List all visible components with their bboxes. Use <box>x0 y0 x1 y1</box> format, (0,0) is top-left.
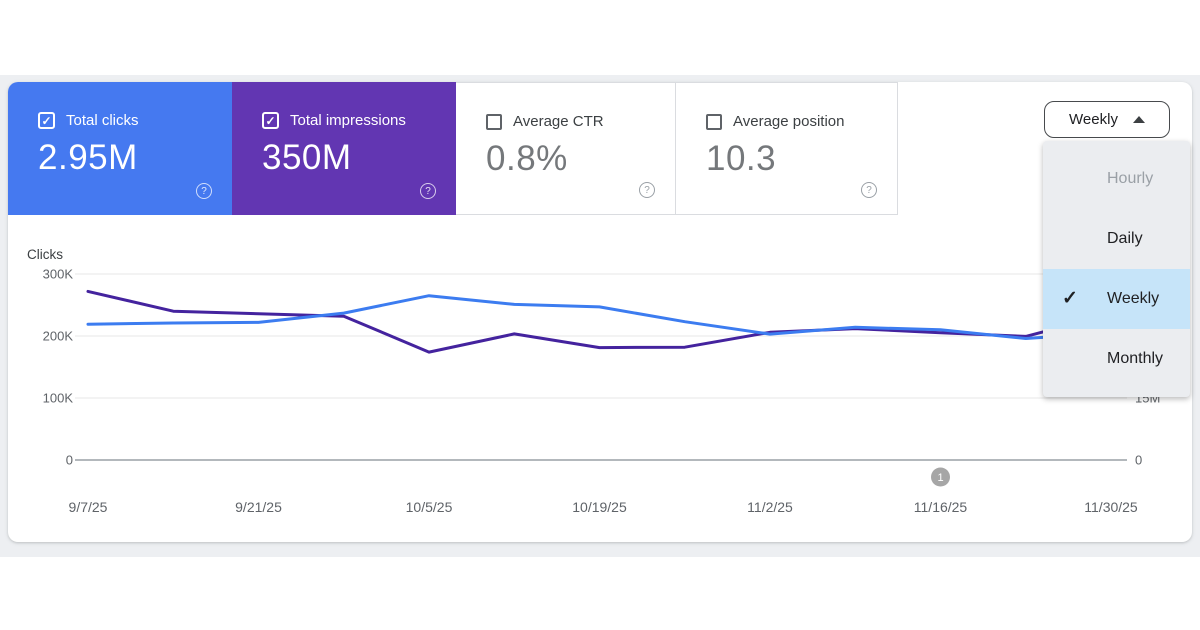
date-tick: 10/19/25 <box>572 499 627 515</box>
right-axis-tick: 0 <box>1135 453 1142 468</box>
help-icon[interactable]: ? <box>420 183 436 199</box>
left-axis-tick: 100K <box>43 391 74 406</box>
search-performance-panel: 0100K200K300K015MClicks9/7/259/21/2510/5… <box>8 82 1192 542</box>
left-axis-tick: 300K <box>43 267 74 282</box>
granularity-button[interactable]: Weekly <box>1044 101 1170 138</box>
card-label: Total impressions <box>290 112 406 129</box>
date-tick: 9/7/25 <box>69 499 108 515</box>
total-impressions-card[interactable]: ✓ Total impressions 350M ? <box>232 82 456 215</box>
checkmark-icon: ✓ <box>1062 269 1078 329</box>
screenshot-root: 0100K200K300K015MClicks9/7/259/21/2510/5… <box>0 0 1200 630</box>
date-tick: 9/21/25 <box>235 499 282 515</box>
clicks-line <box>88 296 1111 339</box>
card-label: Total clicks <box>66 112 139 129</box>
checkbox-unchecked-icon[interactable] <box>486 114 502 130</box>
left-axis-title: Clicks <box>27 247 63 262</box>
menu-item-monthly[interactable]: Monthly <box>1043 329 1190 389</box>
card-head: Average position <box>706 113 897 130</box>
date-tick: 11/16/25 <box>914 499 968 515</box>
metric-cards-row: ✓ Total clicks 2.95M ? ✓ Total impressio… <box>8 82 1192 215</box>
total-clicks-card[interactable]: ✓ Total clicks 2.95M ? <box>8 82 232 215</box>
menu-item-label: Weekly <box>1107 290 1159 307</box>
total-clicks-value: 2.95M <box>38 138 232 178</box>
left-axis-tick: 0 <box>66 453 73 468</box>
left-axis-tick: 200K <box>43 329 74 344</box>
date-tick: 11/2/25 <box>747 499 793 515</box>
help-icon[interactable]: ? <box>639 182 655 198</box>
annotation-badge[interactable]: 1 <box>931 468 950 487</box>
checkbox-unchecked-icon[interactable] <box>706 114 722 130</box>
average-position-value: 10.3 <box>706 139 897 179</box>
checkmark-icon: ✓ <box>265 115 275 127</box>
card-label: Average CTR <box>513 113 604 130</box>
average-ctr-card[interactable]: Average CTR 0.8% ? <box>456 82 676 215</box>
card-head: ✓ Total clicks <box>38 112 232 129</box>
checkbox-checked-icon[interactable]: ✓ <box>38 112 55 129</box>
menu-item-daily[interactable]: Daily <box>1043 209 1190 269</box>
menu-item-weekly[interactable]: ✓ Weekly <box>1043 269 1190 329</box>
granularity-button-label: Weekly <box>1069 111 1118 128</box>
total-impressions-value: 350M <box>262 138 456 178</box>
average-ctr-value: 0.8% <box>486 139 675 179</box>
svg-text:1: 1 <box>937 472 943 484</box>
menu-item-hourly[interactable]: Hourly <box>1043 149 1190 209</box>
date-tick: 11/30/25 <box>1084 499 1138 515</box>
granularity-menu: Hourly Daily ✓ Weekly Monthly <box>1043 141 1190 397</box>
card-label: Average position <box>733 113 844 130</box>
card-head: ✓ Total impressions <box>262 112 456 129</box>
help-icon[interactable]: ? <box>196 183 212 199</box>
help-icon[interactable]: ? <box>861 182 877 198</box>
checkmark-icon: ✓ <box>41 115 51 127</box>
card-head: Average CTR <box>486 113 675 130</box>
caret-up-icon <box>1133 116 1145 123</box>
date-tick: 10/5/25 <box>406 499 453 515</box>
average-position-card[interactable]: Average position 10.3 ? <box>676 82 898 215</box>
checkbox-checked-icon[interactable]: ✓ <box>262 112 279 129</box>
